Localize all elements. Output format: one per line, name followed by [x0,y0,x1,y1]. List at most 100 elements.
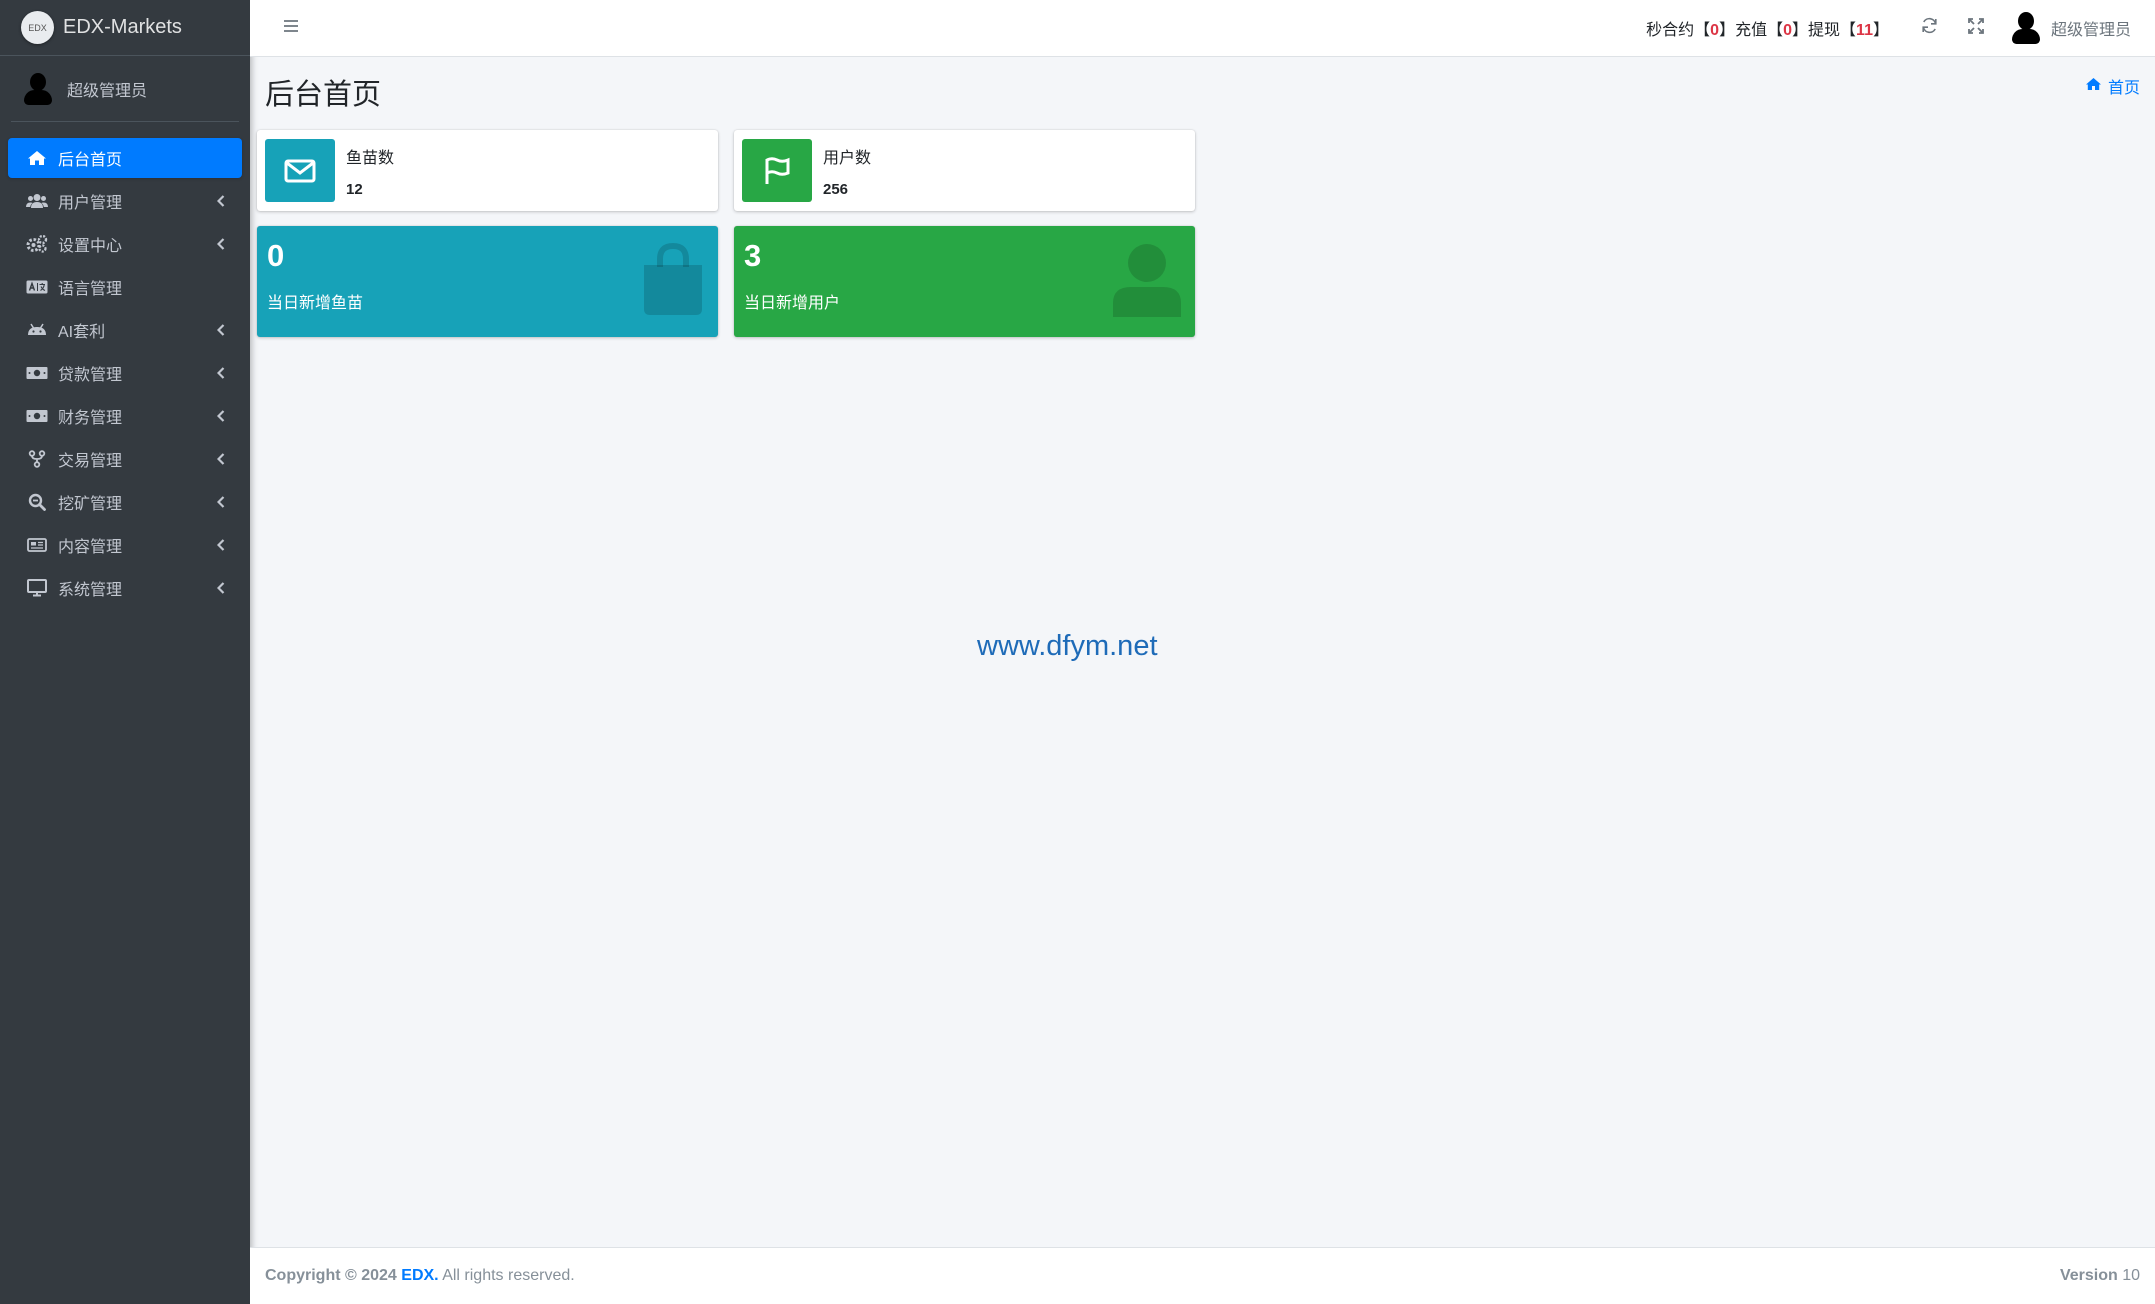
sidebar-item-content[interactable]: 内容管理 [8,525,242,565]
recharge-label: 充值 [1735,22,1768,39]
flag-icon [742,139,812,202]
avatar [21,72,55,106]
refresh-button[interactable] [1907,8,1953,48]
info-box-value: 12 [346,180,363,198]
copyright-prefix: Copyright © 2024 [265,1267,397,1284]
content-wrapper: 后台首页 首页 鱼苗数 12 用户数 256 0 当日新增鱼苗 3 当日新增用户… [250,57,2155,1247]
sidebar-item-finance[interactable]: 财务管理 [8,396,242,436]
sidebar-item-label: AI套利 [58,324,106,341]
chevron-left-icon [216,366,226,380]
brand-logo: EDX [21,11,54,44]
expand-icon [1968,17,1984,39]
small-box-new-fry: 0 当日新增鱼苗 [257,226,718,337]
sidebar-item-trading[interactable]: 交易管理 [8,439,242,479]
bracket: 【 [1694,22,1711,39]
user-menu[interactable]: 超级管理员 [2009,11,2131,45]
sidebar-nav: 后台首页 用户管理 设置中心 语言管理 AI套利 贷款管理 财务管理 交易管理 … [0,122,250,608]
watermark-link[interactable]: www.dfym.net [977,630,1158,663]
fullscreen-button[interactable] [1953,8,1999,48]
bracket: 【 [1840,22,1857,39]
sidebar-toggle-button[interactable] [271,13,311,43]
company-link[interactable]: EDX. [401,1267,438,1284]
android-icon [26,321,48,339]
sidebar-item-system[interactable]: 系统管理 [8,568,242,608]
breadcrumb-home: 首页 [2107,80,2140,97]
cogs-icon [26,235,48,253]
info-box-value: 256 [823,180,849,198]
page-title: 后台首页 [265,79,382,111]
withdraw-label: 提现 [1808,22,1841,39]
sidebar-item-dashboard[interactable]: 后台首页 [8,138,242,178]
chevron-left-icon [216,581,226,595]
contract-label: 秒合约 [1646,22,1695,39]
avatar [2009,11,2043,45]
chevron-left-icon [216,409,226,423]
breadcrumb[interactable]: 首页 [2085,74,2140,98]
small-box-label: 当日新增鱼苗 [267,295,364,312]
topbar-user-name: 超级管理员 [2050,22,2131,39]
recharge-count: 0 [1783,22,1792,39]
desktop-icon [26,579,48,597]
brand-name: EDX-Markets [63,16,182,38]
envelope-icon [265,139,335,202]
top-navbar: 秒合约【0】充值【0】提现【11】 超级管理员 [250,0,2155,57]
sidebar-item-language[interactable]: 语言管理 [8,267,242,307]
main-sidebar: EDX EDX-Markets 超级管理员 后台首页 用户管理 设置中心 语言管… [0,0,250,1304]
sidebar-item-label: 财务管理 [58,410,123,427]
pending-stats[interactable]: 秒合约【0】充值【0】提现【11】 [1646,16,1889,40]
chevron-left-icon [216,194,226,208]
sidebar-item-users[interactable]: 用户管理 [8,181,242,221]
sidebar-item-label: 贷款管理 [58,367,123,384]
sidebar-item-label: 用户管理 [58,195,123,212]
refresh-icon [1921,17,1938,39]
sidebar-item-ai-arbitrage[interactable]: AI套利 [8,310,242,350]
version: Version 10 [2060,1267,2140,1285]
transaction-icon [26,450,48,468]
shopping-bag-icon [640,242,706,322]
sidebar-item-label: 内容管理 [58,539,123,556]
contract-count: 0 [1710,22,1720,39]
chevron-left-icon [216,237,226,251]
info-box-label: 用户数 [823,149,872,167]
small-box-value: 3 [744,238,762,273]
chevron-left-icon [216,538,226,552]
info-box-label: 鱼苗数 [346,149,395,167]
newspaper-icon [26,536,48,554]
home-icon [2085,77,2102,96]
version-value: 10 [2122,1267,2140,1284]
copyright: Copyright © 2024 EDX. All rights reserve… [265,1267,575,1285]
chevron-left-icon [216,495,226,509]
sidebar-item-label: 挖矿管理 [58,496,123,513]
sidebar-item-settings[interactable]: 设置中心 [8,224,242,264]
sidebar-item-mining[interactable]: 挖矿管理 [8,482,242,522]
small-box-new-users: 3 当日新增用户 [734,226,1195,337]
users-icon [26,192,48,210]
sidebar-user-name: 超级管理员 [67,82,148,100]
sidebar-item-label: 交易管理 [58,453,123,470]
version-label: Version [2059,1267,2118,1284]
rights-text: All rights reserved. [442,1267,575,1284]
bracket: 】 [1792,22,1809,39]
main-footer: Copyright © 2024 EDX. All rights reserve… [250,1247,2155,1304]
withdraw-count: 11 [1856,22,1873,39]
sidebar-item-loans[interactable]: 贷款管理 [8,353,242,393]
info-box-fry-count: 鱼苗数 12 [257,130,718,211]
home-icon [26,149,48,167]
bracket: 】 [1719,22,1736,39]
bracket: 【 [1767,22,1784,39]
money-icon [26,407,48,425]
info-box-user-count: 用户数 256 [734,130,1195,211]
sidebar-user-panel[interactable]: 超级管理员 [11,56,239,122]
money-icon [26,364,48,382]
brand-link[interactable]: EDX EDX-Markets [0,0,250,56]
sidebar-item-label: 后台首页 [58,152,123,169]
bracket: 】 [1872,22,1889,39]
search-icon [26,493,48,511]
hamburger-icon [283,19,299,38]
chevron-left-icon [216,323,226,337]
small-box-value: 0 [267,238,285,273]
sidebar-item-label: 系统管理 [58,582,123,599]
language-icon [26,278,48,296]
chevron-left-icon [216,452,226,466]
small-box-label: 当日新增用户 [744,295,841,312]
